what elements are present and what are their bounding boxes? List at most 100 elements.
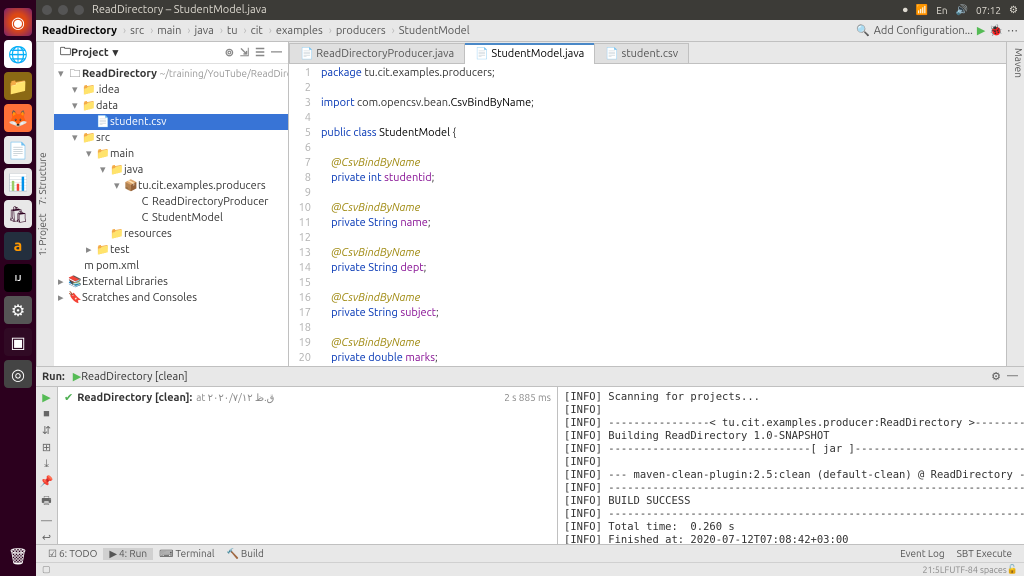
lens-icon[interactable]: 🔍	[856, 24, 870, 37]
firefox-icon[interactable]: 🦊	[4, 104, 32, 132]
run-config-name[interactable]: ReadDirectory [clean]	[81, 371, 187, 383]
rerun-icon[interactable]: ▶	[42, 391, 50, 404]
hide-icon[interactable]: —	[271, 46, 282, 59]
tree-node--idea[interactable]: ▾📁.idea	[54, 82, 288, 98]
tool-project[interactable]: 1: Project	[37, 213, 54, 256]
maximize-icon[interactable]	[74, 5, 84, 15]
project-root[interactable]: ▾🗀ReadDirectory ~/training/YouTube/ReadD…	[54, 66, 288, 82]
wrap-icon[interactable]: ↩	[42, 531, 51, 544]
records-icon[interactable]: ◎	[4, 360, 32, 388]
settings-icon[interactable]: ☰	[255, 46, 265, 59]
run-console[interactable]: [INFO] Scanning for projects... [INFO] […	[558, 387, 1024, 544]
project-header[interactable]: 🗀 Project ▾ ⊚ ⇲ ☰ —	[54, 42, 288, 64]
tree-node-java[interactable]: ▾📁java	[54, 162, 288, 178]
status-tab-6-TODO[interactable]: ☑ 6: TODO	[42, 548, 103, 560]
left-tool-strip[interactable]: 1: Project 7: Structure	[36, 42, 54, 366]
bottom-status-line: ▢ 21:5 LF UTF-8 4 spaces 🔓	[36, 562, 1024, 576]
code-editor[interactable]: package tu.cit.examples.producers; impor…	[317, 64, 1006, 366]
tree-node-pom-xml[interactable]: mpom.xml	[54, 258, 288, 274]
tree-node-src[interactable]: ▾📁src	[54, 130, 288, 146]
breadcrumb-src[interactable]: src	[130, 25, 144, 37]
breadcrumb-main[interactable]: main	[157, 25, 181, 37]
indent[interactable]: 4 spaces	[973, 565, 1007, 575]
breadcrumb-producers[interactable]: producers	[336, 25, 386, 37]
tree-extra-External-Libraries[interactable]: ▸📚External Libraries	[54, 274, 288, 290]
amazon-icon[interactable]: a	[4, 232, 32, 260]
line-separator[interactable]: LF	[940, 565, 949, 575]
add-config-button[interactable]: Add Configuration...	[874, 25, 973, 37]
tab-StudentModel-java[interactable]: 📄 StudentModel.java	[464, 43, 595, 63]
tree-node-test[interactable]: ▸📁test	[54, 242, 288, 258]
project-panel: 🗀 Project ▾ ⊚ ⇲ ☰ — ▾🗀ReadDirectory ~/tr…	[54, 42, 289, 366]
chrome-icon[interactable]: 🌐	[4, 40, 32, 68]
trash-icon[interactable]: 🗑	[4, 542, 32, 570]
breadcrumb-cit[interactable]: cit	[251, 25, 263, 37]
tree-extra-Scratches-and-Consoles[interactable]: ▸🔖Scratches and Consoles	[54, 290, 288, 306]
collapse-icon[interactable]: ⇲	[240, 46, 249, 59]
breadcrumb-StudentModel[interactable]: StudentModel	[399, 25, 470, 37]
hide-run-icon[interactable]: —	[1007, 370, 1018, 383]
right-tool-strip[interactable]: Maven	[1006, 42, 1024, 366]
network-icon[interactable]: 📶	[916, 4, 928, 16]
record-icon[interactable]: ⏺	[903, 4, 908, 16]
breadcrumb-examples[interactable]: examples	[276, 25, 323, 37]
more-icon[interactable]: ⋯	[1007, 24, 1018, 37]
run-toolbar: ▶ ■ ⇵ ⊞ ⤓ 📌 🖶 — ↩ 🗑	[36, 387, 58, 544]
tab-student-csv[interactable]: 📄 student.csv	[594, 43, 689, 63]
run-results-tree[interactable]: ✔ ReadDirectory [clean]: at ۲۰۲۰/۷/۱۲ ق.…	[58, 387, 558, 544]
software-icon[interactable]: 🛍	[4, 200, 32, 228]
project-tree[interactable]: ▾🗀ReadDirectory ~/training/YouTube/ReadD…	[54, 64, 288, 366]
caret-position[interactable]: 21:5	[922, 565, 939, 575]
language-indicator[interactable]: En	[936, 5, 947, 16]
dash-icon[interactable]: ◉	[4, 8, 32, 36]
calc-icon[interactable]: 📊	[4, 168, 32, 196]
tree-node-StudentModel[interactable]: CStudentModel	[54, 210, 288, 226]
files-icon[interactable]: 📁	[4, 72, 32, 100]
run-panel: Run: ▶ ReadDirectory [clean] ⚙ — ▶ ■ ⇵ ⊞…	[36, 366, 1024, 544]
divider: —	[41, 515, 52, 527]
target-icon[interactable]: ⊚	[225, 46, 234, 59]
tool-maven[interactable]: Maven	[1007, 48, 1024, 78]
ubuntu-launcher: ◉ 🌐 📁 🦊 📄 📊 🛍 a IJ ⚙ ▣ ◎ 🗑	[0, 0, 36, 576]
tree-node-data[interactable]: ▾📁data	[54, 98, 288, 114]
stop-icon[interactable]: ■	[43, 408, 50, 420]
window-titlebar: ReadDirectory – StudentModel.java ⏺ 📶 En…	[36, 0, 1024, 20]
sound-icon[interactable]: 🔊	[956, 4, 968, 16]
run-config-icon: ▶	[73, 370, 81, 383]
tree-node-student-csv[interactable]: 📄student.csv	[54, 114, 288, 130]
writer-icon[interactable]: 📄	[4, 136, 32, 164]
close-icon[interactable]	[42, 5, 52, 15]
gear-icon[interactable]: ⚙	[1009, 4, 1018, 16]
debug-icon[interactable]: 🐞	[989, 24, 1003, 37]
bottom-square-icon[interactable]: ▢	[42, 564, 51, 575]
tool-structure[interactable]: 7: Structure	[37, 152, 54, 205]
run-icon[interactable]: ▶	[977, 24, 985, 37]
breadcrumb-tu[interactable]: tu	[227, 25, 238, 37]
terminal-icon[interactable]: ▣	[4, 328, 32, 356]
filter-icon[interactable]: ⇵	[42, 424, 51, 437]
breadcrumb-ReadDirectory[interactable]: ReadDirectory	[42, 25, 117, 37]
settings-icon[interactable]: ⚙	[4, 296, 32, 324]
tab-ReadDirectoryProducer-java[interactable]: 📄 ReadDirectoryProducer.java	[289, 43, 465, 63]
sbt-execute-button[interactable]: SBT Execute	[951, 548, 1018, 559]
encoding[interactable]: UTF-8	[949, 565, 973, 575]
intellij-icon[interactable]: IJ	[4, 264, 32, 292]
expand-icon[interactable]: ⊞	[42, 441, 51, 454]
tree-node-resources[interactable]: 📁resources	[54, 226, 288, 242]
status-tab-4-Run[interactable]: ▶ 4: Run	[103, 548, 153, 560]
tree-node-tu-cit-examples-producers[interactable]: ▾📦tu.cit.examples.producers	[54, 178, 288, 194]
minimize-icon[interactable]	[58, 5, 68, 15]
pin-icon[interactable]: 📌	[40, 475, 54, 488]
status-tab-Build[interactable]: 🔨 Build	[220, 548, 269, 560]
tree-node-main[interactable]: ▾📁main	[54, 146, 288, 162]
tree-node-ReadDirectoryProducer[interactable]: CReadDirectoryProducer	[54, 194, 288, 210]
print-icon[interactable]: 🖶	[41, 492, 51, 511]
run-settings-icon[interactable]: ⚙	[991, 370, 1001, 383]
event-log-button[interactable]: Event Log	[894, 548, 951, 559]
scrollto-icon[interactable]: ⤓	[44, 458, 49, 471]
status-tab-Terminal[interactable]: ⌨ Terminal	[153, 548, 220, 560]
breadcrumb-java[interactable]: java	[194, 25, 213, 37]
clock[interactable]: 07:12	[976, 5, 1001, 16]
run-header-label: Run:	[42, 371, 65, 383]
lock-icon[interactable]: 🔓	[1007, 564, 1018, 575]
